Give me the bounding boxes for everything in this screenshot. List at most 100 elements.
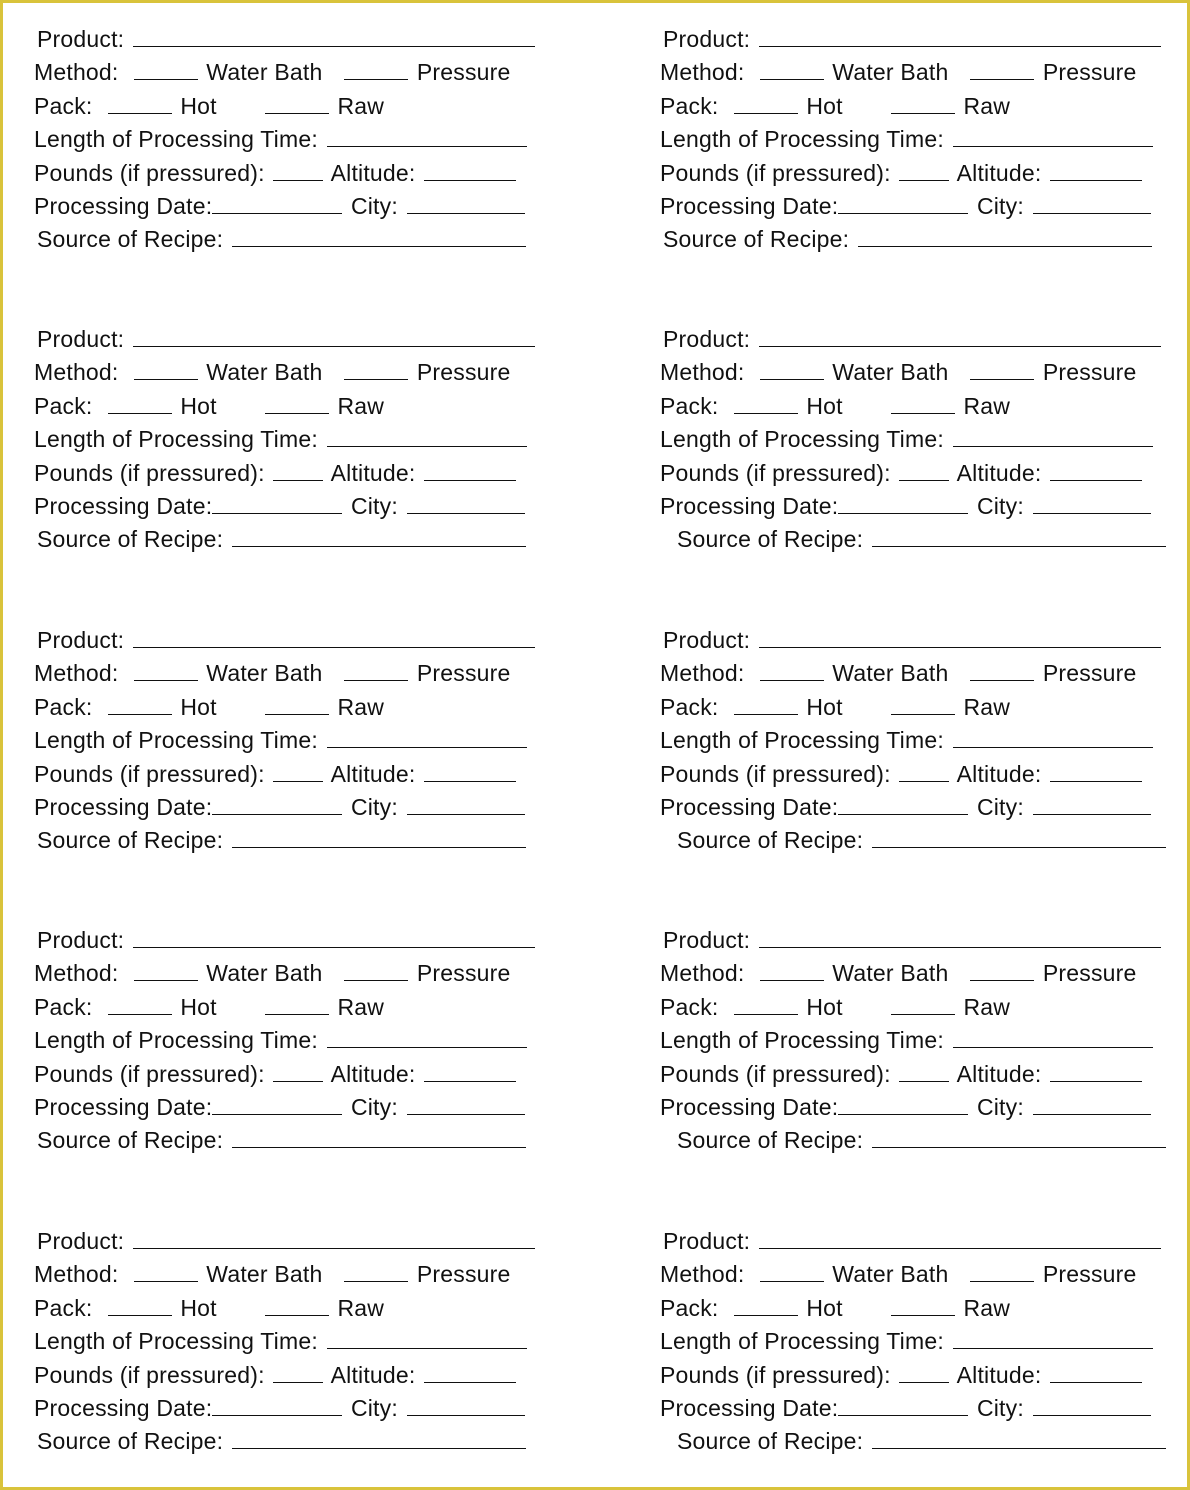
raw-checkbox-line[interactable]: [890, 993, 955, 1015]
raw-checkbox-line[interactable]: [264, 1294, 329, 1316]
pounds-field[interactable]: [899, 760, 950, 782]
city-field[interactable]: [406, 793, 525, 815]
processing-date-field[interactable]: [838, 1394, 969, 1416]
pounds-field[interactable]: [899, 159, 950, 181]
raw-checkbox-line[interactable]: [890, 392, 955, 414]
pounds-field[interactable]: [273, 159, 324, 181]
pressure-checkbox-line[interactable]: [970, 659, 1035, 682]
pounds-field[interactable]: [273, 1361, 324, 1383]
pounds-field[interactable]: [273, 760, 324, 782]
city-field[interactable]: [406, 1394, 525, 1416]
processing-time-field[interactable]: [952, 1026, 1153, 1049]
pressure-checkbox-line[interactable]: [344, 58, 409, 81]
pressure-checkbox-line[interactable]: [344, 358, 409, 381]
raw-checkbox-line[interactable]: [264, 92, 329, 114]
water-bath-checkbox-line[interactable]: [759, 58, 824, 81]
hot-checkbox-line[interactable]: [107, 1294, 172, 1316]
city-field[interactable]: [1032, 492, 1151, 514]
city-field[interactable]: [1032, 793, 1151, 815]
raw-checkbox-line[interactable]: [890, 1294, 955, 1316]
processing-date-field[interactable]: [838, 192, 969, 214]
product-field[interactable]: [758, 25, 1161, 47]
water-bath-checkbox-line[interactable]: [133, 959, 198, 982]
hot-checkbox-line[interactable]: [107, 392, 172, 414]
source-field[interactable]: [871, 826, 1166, 849]
pounds-field[interactable]: [273, 459, 324, 481]
product-field[interactable]: [758, 325, 1161, 347]
water-bath-checkbox-line[interactable]: [133, 659, 198, 682]
pressure-checkbox-line[interactable]: [970, 1260, 1035, 1283]
raw-checkbox-line[interactable]: [264, 392, 329, 414]
processing-time-field[interactable]: [952, 125, 1153, 148]
city-field[interactable]: [406, 192, 525, 214]
source-field[interactable]: [231, 225, 526, 248]
source-field[interactable]: [231, 525, 526, 548]
water-bath-checkbox-line[interactable]: [133, 358, 198, 381]
water-bath-checkbox-line[interactable]: [133, 58, 198, 81]
product-field[interactable]: [132, 626, 535, 648]
hot-checkbox-line[interactable]: [733, 693, 798, 715]
altitude-field[interactable]: [424, 159, 517, 181]
processing-date-field[interactable]: [212, 1093, 343, 1115]
processing-time-field[interactable]: [952, 1327, 1153, 1350]
product-field[interactable]: [132, 325, 535, 347]
city-field[interactable]: [1032, 1394, 1151, 1416]
hot-checkbox-line[interactable]: [107, 693, 172, 715]
processing-date-field[interactable]: [838, 793, 969, 815]
processing-time-field[interactable]: [952, 726, 1153, 749]
water-bath-checkbox-line[interactable]: [759, 1260, 824, 1283]
altitude-field[interactable]: [1050, 1060, 1143, 1082]
altitude-field[interactable]: [424, 1060, 517, 1082]
city-field[interactable]: [1032, 192, 1151, 214]
source-field[interactable]: [871, 1427, 1166, 1450]
altitude-field[interactable]: [1050, 459, 1143, 481]
product-field[interactable]: [758, 1227, 1161, 1249]
altitude-field[interactable]: [1050, 760, 1143, 782]
raw-checkbox-line[interactable]: [890, 92, 955, 114]
city-field[interactable]: [1032, 1093, 1151, 1115]
raw-checkbox-line[interactable]: [264, 693, 329, 715]
altitude-field[interactable]: [424, 1361, 517, 1383]
processing-date-field[interactable]: [212, 192, 343, 214]
pressure-checkbox-line[interactable]: [970, 959, 1035, 982]
processing-time-field[interactable]: [326, 1026, 527, 1049]
processing-time-field[interactable]: [326, 726, 527, 749]
processing-time-field[interactable]: [326, 1327, 527, 1350]
water-bath-checkbox-line[interactable]: [759, 358, 824, 381]
source-field[interactable]: [871, 1126, 1166, 1149]
product-field[interactable]: [132, 25, 535, 47]
pressure-checkbox-line[interactable]: [344, 959, 409, 982]
water-bath-checkbox-line[interactable]: [759, 659, 824, 682]
source-field[interactable]: [871, 525, 1166, 548]
processing-time-field[interactable]: [952, 425, 1153, 448]
source-field[interactable]: [231, 1427, 526, 1450]
hot-checkbox-line[interactable]: [107, 993, 172, 1015]
pressure-checkbox-line[interactable]: [970, 358, 1035, 381]
source-field[interactable]: [857, 225, 1152, 248]
product-field[interactable]: [758, 626, 1161, 648]
altitude-field[interactable]: [1050, 159, 1143, 181]
altitude-field[interactable]: [424, 760, 517, 782]
source-field[interactable]: [231, 826, 526, 849]
hot-checkbox-line[interactable]: [107, 92, 172, 114]
processing-date-field[interactable]: [212, 793, 343, 815]
water-bath-checkbox-line[interactable]: [133, 1260, 198, 1283]
processing-date-field[interactable]: [838, 492, 969, 514]
hot-checkbox-line[interactable]: [733, 1294, 798, 1316]
raw-checkbox-line[interactable]: [264, 993, 329, 1015]
altitude-field[interactable]: [1050, 1361, 1143, 1383]
pounds-field[interactable]: [899, 1361, 950, 1383]
processing-date-field[interactable]: [212, 492, 343, 514]
city-field[interactable]: [406, 1093, 525, 1115]
product-field[interactable]: [758, 926, 1161, 948]
processing-date-field[interactable]: [212, 1394, 343, 1416]
pounds-field[interactable]: [899, 1060, 950, 1082]
processing-time-field[interactable]: [326, 125, 527, 148]
product-field[interactable]: [132, 1227, 535, 1249]
product-field[interactable]: [132, 926, 535, 948]
pressure-checkbox-line[interactable]: [970, 58, 1035, 81]
hot-checkbox-line[interactable]: [733, 92, 798, 114]
pounds-field[interactable]: [273, 1060, 324, 1082]
altitude-field[interactable]: [424, 459, 517, 481]
pressure-checkbox-line[interactable]: [344, 659, 409, 682]
